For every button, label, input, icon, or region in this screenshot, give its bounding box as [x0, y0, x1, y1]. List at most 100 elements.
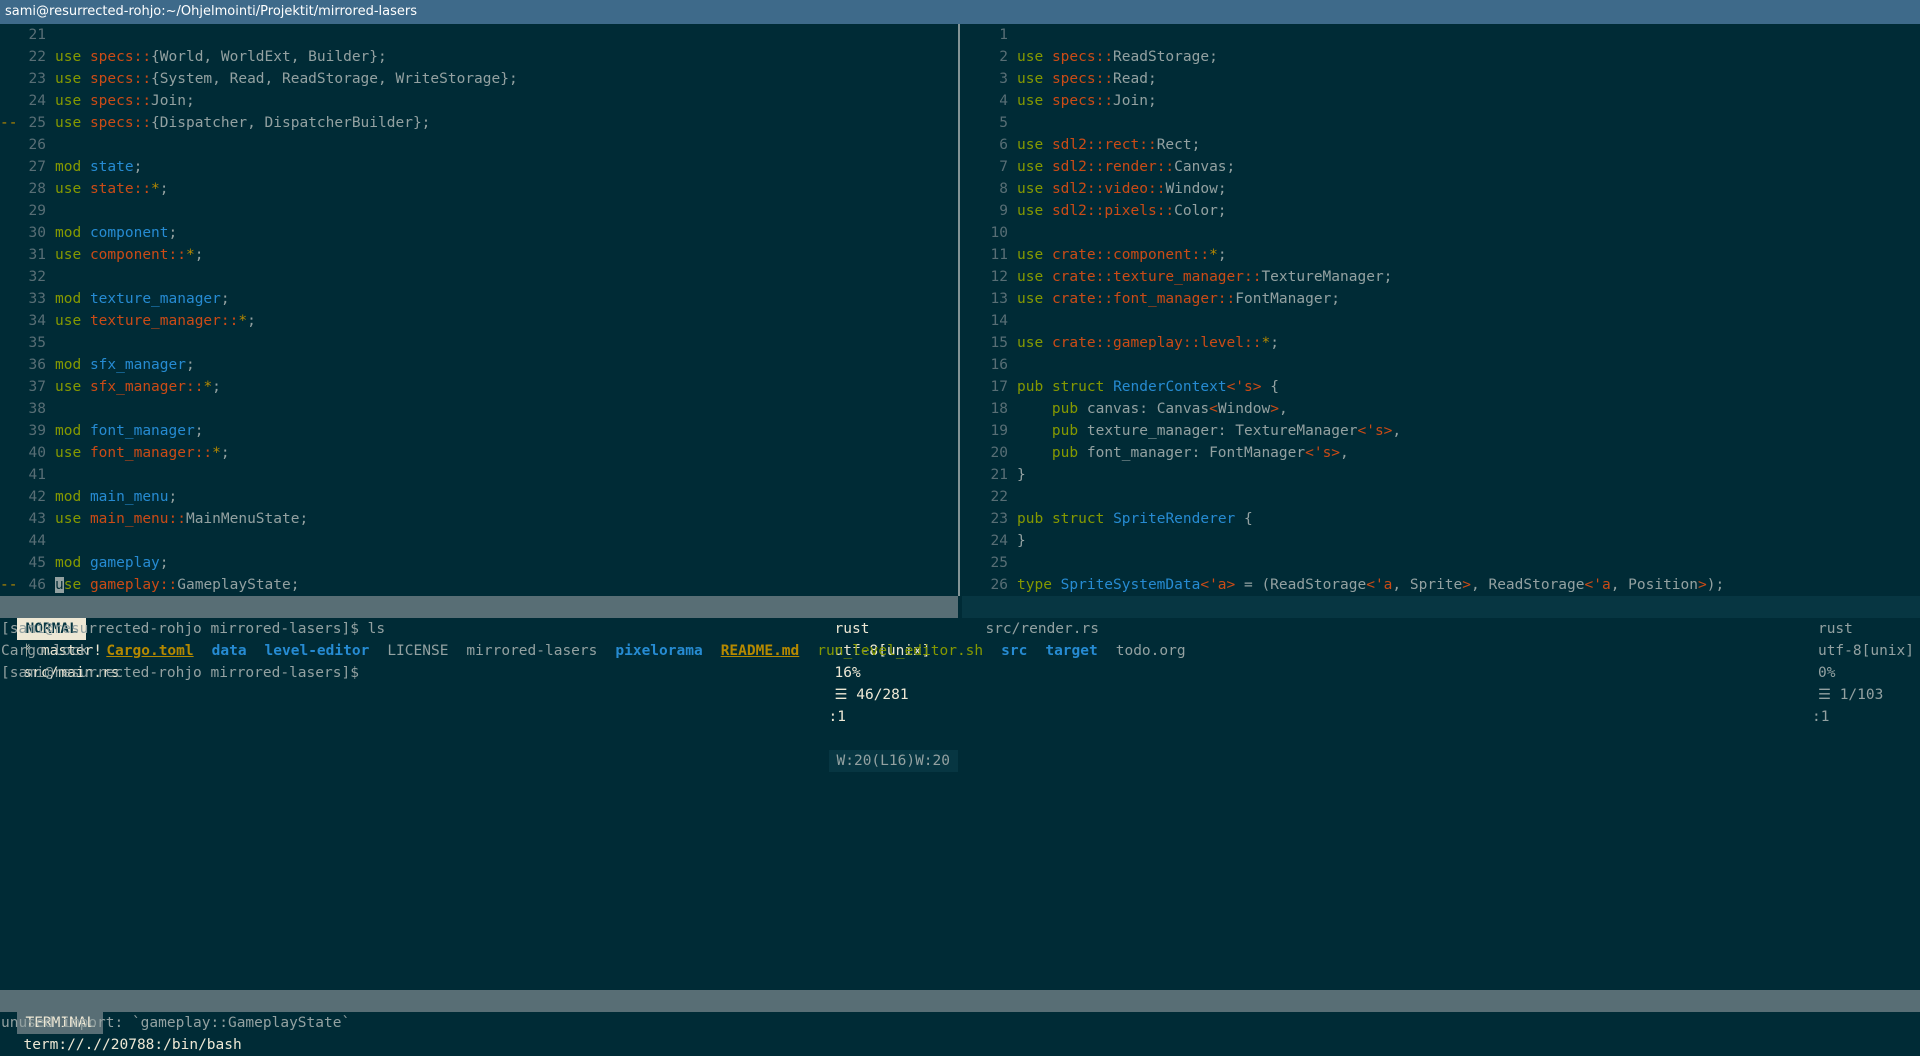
ls-entry: run_level_editor.sh — [817, 643, 984, 659]
code-text: use specs::Join; — [1017, 93, 1157, 109]
line-number: 15 — [990, 335, 1008, 351]
line-number: 21 — [990, 467, 1008, 483]
line-number: 1 — [999, 27, 1008, 43]
code-line[interactable]: 25 — [962, 552, 1920, 574]
code-line[interactable]: 38 — [0, 398, 958, 420]
code-line[interactable]: 33 mod texture_manager; — [0, 288, 958, 310]
line-number: 3 — [999, 71, 1008, 87]
code-line[interactable]: -- 46 use gameplay::GameplayState; — [0, 574, 958, 596]
line-number: 44 — [28, 533, 46, 549]
code-line[interactable]: 26 — [0, 134, 958, 156]
code-line[interactable]: 20 pub font_manager: FontManager<'s>, — [962, 442, 1920, 464]
code-line[interactable]: 11 use crate::component::*; — [962, 244, 1920, 266]
code-text: use state::*; — [55, 181, 169, 197]
code-line[interactable]: 1 — [962, 24, 1920, 46]
code-line[interactable]: 44 — [0, 530, 958, 552]
line-number: 24 — [28, 93, 46, 109]
line-number: 8 — [999, 181, 1008, 197]
code-line[interactable]: 19 pub texture_manager: TextureManager<'… — [962, 420, 1920, 442]
editor-pane-render[interactable]: 1 2 use specs::ReadStorage; 3 use specs::Rea… — [962, 24, 1920, 596]
statusline-terminal: TERMINAL term://.//20788:/bin/bash — [0, 990, 1920, 1053]
line-number: 26 — [990, 577, 1008, 593]
line-number: 10 — [990, 225, 1008, 241]
line-number: 17 — [990, 379, 1008, 395]
line-number: 6 — [999, 137, 1008, 153]
line-number: 35 — [28, 335, 46, 351]
code-line[interactable]: 22 — [962, 486, 1920, 508]
code-line[interactable]: 21 — [0, 24, 958, 46]
code-line[interactable]: 39 mod font_manager; — [0, 420, 958, 442]
code-text: mod texture_manager; — [55, 291, 230, 307]
code-line[interactable]: 8 use sdl2::video::Window; — [962, 178, 1920, 200]
code-line[interactable]: 26 type SpriteSystemData<'a> = (ReadStora… — [962, 574, 1920, 596]
line-number: 42 — [28, 489, 46, 505]
code-line[interactable]: 18 pub canvas: Canvas<Window>, — [962, 398, 1920, 420]
code-line[interactable]: 45 mod gameplay; — [0, 552, 958, 574]
code-text: use component::*; — [55, 247, 204, 263]
line-number: 40 — [28, 445, 46, 461]
code-line[interactable]: 17 pub struct RenderContext<'s> { — [962, 376, 1920, 398]
code-line[interactable]: 29 — [0, 200, 958, 222]
code-text: use specs::{World, WorldExt, Builder}; — [55, 49, 387, 65]
line-number: 4 — [999, 93, 1008, 109]
code-text: use crate::font_manager::FontManager; — [1017, 291, 1341, 307]
code-line[interactable]: 43 use main_menu::MainMenuState; — [0, 508, 958, 530]
code-line[interactable]: 30 mod component; — [0, 222, 958, 244]
code-text: pub canvas: Canvas<Window>, — [1051, 401, 1288, 417]
code-line[interactable]: 41 — [0, 464, 958, 486]
code-line[interactable]: 2 use specs::ReadStorage; — [962, 46, 1920, 68]
line-number: 24 — [990, 533, 1008, 549]
line-number: 7 — [999, 159, 1008, 175]
vertical-split-divider[interactable] — [958, 24, 960, 596]
code-line[interactable]: 34 use texture_manager::*; — [0, 310, 958, 332]
code-line[interactable]: 3 use specs::Read; — [962, 68, 1920, 90]
code-line[interactable]: 13 use crate::font_manager::FontManager; — [962, 288, 1920, 310]
terminal-buffer[interactable]: [sami@resurrected-rohjo mirrored-lasers]… — [0, 618, 1920, 990]
code-line[interactable]: 21} — [962, 464, 1920, 486]
code-line[interactable]: 42 mod main_menu; — [0, 486, 958, 508]
code-text: mod state; — [55, 159, 143, 175]
line-number: 38 — [28, 401, 46, 417]
code-text: use texture_manager::*; — [55, 313, 256, 329]
code-line[interactable]: 31 use component::*; — [0, 244, 958, 266]
code-line[interactable]: 12 use crate::texture_manager::TextureMan… — [962, 266, 1920, 288]
code-line[interactable]: 37 use sfx_manager::*; — [0, 376, 958, 398]
code-text: } — [1017, 533, 1026, 549]
code-line[interactable]: 5 — [962, 112, 1920, 134]
code-line[interactable]: 27 mod state; — [0, 156, 958, 178]
code-line[interactable]: 35 — [0, 332, 958, 354]
line-number: 12 — [990, 269, 1008, 285]
code-text: mod sfx_manager; — [55, 357, 195, 373]
code-line[interactable]: 28 use state::*; — [0, 178, 958, 200]
code-line[interactable]: 15 use crate::gameplay::level::*; — [962, 332, 1920, 354]
code-line[interactable]: 7 use sdl2::render::Canvas; — [962, 156, 1920, 178]
line-number: 31 — [28, 247, 46, 263]
code-line[interactable]: 22 use specs::{World, WorldExt, Builder}; — [0, 46, 958, 68]
line-number: 18 — [990, 401, 1008, 417]
line-number: 13 — [990, 291, 1008, 307]
code-line[interactable]: 23 use specs::{System, Read, ReadStorage,… — [0, 68, 958, 90]
code-text: use specs::Read; — [1017, 71, 1157, 87]
code-line[interactable]: 16 — [962, 354, 1920, 376]
code-line[interactable]: 9 use sdl2::pixels::Color; — [962, 200, 1920, 222]
code-text: pub texture_manager: TextureManager<'s>, — [1051, 423, 1402, 439]
code-line[interactable]: 4 use specs::Join; — [962, 90, 1920, 112]
code-line[interactable]: 40 use font_manager::*; — [0, 442, 958, 464]
code-line[interactable]: 24 use specs::Join; — [0, 90, 958, 112]
code-line[interactable]: 36 mod sfx_manager; — [0, 354, 958, 376]
code-line[interactable]: 6 use sdl2::rect::Rect; — [962, 134, 1920, 156]
code-line[interactable]: 14 — [962, 310, 1920, 332]
code-line[interactable]: -- 25 use specs::{Dispatcher, DispatcherBu… — [0, 112, 958, 134]
command-line-message: unused import: `gameplay::GameplayState` — [1, 1015, 351, 1031]
code-line[interactable]: 24} — [962, 530, 1920, 552]
code-line[interactable]: 32 — [0, 266, 958, 288]
code-text: use specs::ReadStorage; — [1017, 49, 1218, 65]
code-line[interactable]: 23 pub struct SpriteRenderer { — [962, 508, 1920, 530]
code-text: use crate::component::*; — [1017, 247, 1227, 263]
code-line[interactable]: 10 — [962, 222, 1920, 244]
statusline-main: NORMAL ᚠ master! src/main.rs rust utf-8[… — [0, 596, 958, 772]
terminal-prompt-line[interactable]: [sami@resurrected-rohjo mirrored-lasers]… — [0, 662, 1920, 684]
editor-pane-main[interactable]: 21 22 use specs::{World, WorldExt, Builder… — [0, 24, 958, 596]
code-text: mod gameplay; — [55, 555, 169, 571]
line-number: 16 — [990, 357, 1008, 373]
